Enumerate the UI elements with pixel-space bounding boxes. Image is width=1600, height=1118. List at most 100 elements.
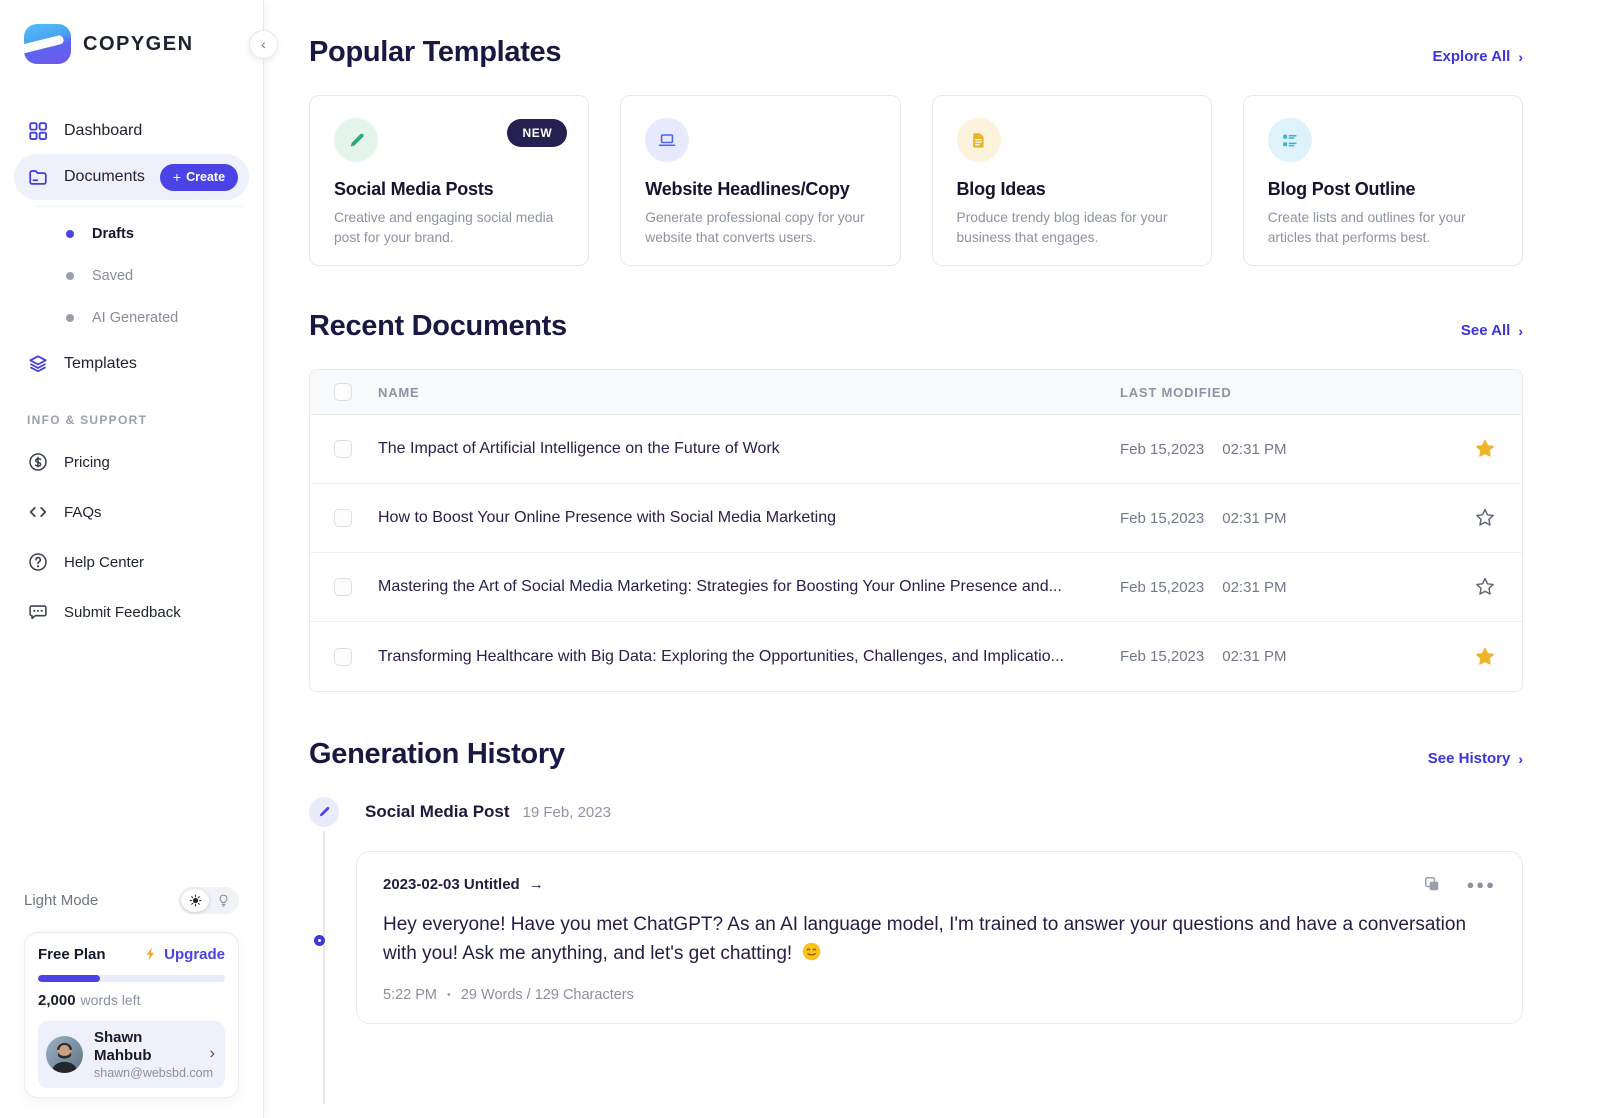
template-card-blog-post-outline[interactable]: Blog Post Outline Create lists and outli…: [1243, 95, 1523, 266]
table-row[interactable]: Transforming Healthcare with Big Data: E…: [310, 622, 1522, 691]
template-card-blog-ideas[interactable]: Blog Ideas Produce trendy blog ideas for…: [932, 95, 1212, 266]
words-left-row: 2,000words left: [38, 992, 225, 1009]
folder-icon: [27, 166, 49, 188]
row-checkbox[interactable]: [334, 440, 352, 458]
document-name: The Impact of Artificial Intelligence on…: [378, 440, 1120, 458]
generation-meta: 5:22 PM • 29 Words / 129 Characters: [383, 987, 1496, 1003]
template-card-social-media-posts[interactable]: NEW Social Media Posts Creative and enga…: [309, 95, 589, 266]
row-checkbox[interactable]: [334, 648, 352, 666]
create-document-button[interactable]: + Create: [160, 164, 238, 191]
table-row[interactable]: Mastering the Art of Social Media Market…: [310, 553, 1522, 622]
star-icon[interactable]: [1474, 576, 1496, 598]
theme-row: Light Mode: [24, 887, 239, 914]
grid-icon: [27, 120, 49, 142]
pen-icon: [334, 118, 378, 162]
star-icon[interactable]: [1474, 438, 1496, 460]
create-button-label: Create: [186, 170, 225, 184]
see-history-label: See History: [1428, 750, 1511, 767]
generation-history-title: Generation History: [309, 738, 565, 771]
upgrade-label: Upgrade: [164, 946, 225, 963]
upgrade-button[interactable]: Upgrade: [143, 946, 225, 963]
timeline: 2023-02-03 Untitled → ●●: [309, 851, 1523, 1024]
table-row[interactable]: How to Boost Your Online Presence with S…: [310, 484, 1522, 553]
main-content: Popular Templates Explore All › NEW Soci…: [264, 0, 1600, 1118]
template-card-title: Website Headlines/Copy: [645, 179, 875, 200]
sidebar-item-help-center[interactable]: Help Center: [14, 537, 249, 587]
generation-card: 2023-02-03 Untitled → ●●: [356, 851, 1523, 1024]
template-card-website-headlines[interactable]: Website Headlines/Copy Generate professi…: [620, 95, 900, 266]
theme-toggle[interactable]: [179, 887, 239, 914]
user-profile-row[interactable]: Shawn Mahbub shawn@websbd.com ›: [38, 1021, 225, 1089]
template-card-description: Generate professional copy for your webs…: [645, 208, 875, 249]
column-header-last-modified: LAST MODIFIED: [1120, 385, 1450, 400]
sidebar-item-faqs[interactable]: FAQs: [14, 487, 249, 537]
light-mode-button[interactable]: [181, 889, 209, 912]
popular-templates-section: Popular Templates Explore All › NEW Soci…: [309, 36, 1523, 266]
chevron-right-icon: ›: [1518, 49, 1523, 65]
row-checkbox[interactable]: [334, 578, 352, 596]
sidebar-bottom: Light Mode: [0, 887, 263, 1099]
code-icon: [27, 501, 49, 523]
support-item-label: Submit Feedback: [64, 604, 181, 621]
explore-all-label: Explore All: [1433, 48, 1511, 65]
sidebar-item-pricing[interactable]: Pricing: [14, 437, 249, 487]
sidebar-item-documents[interactable]: Documents + Create: [14, 154, 249, 200]
recent-documents-section: Recent Documents See All › NAME LAST MOD…: [309, 310, 1523, 692]
user-meta: Shawn Mahbub shawn@websbd.com: [94, 1029, 199, 1081]
plus-icon: +: [173, 169, 181, 185]
sidebar-item-dashboard[interactable]: Dashboard: [14, 108, 249, 154]
sidebar-nav: Dashboard Documents + Create: [0, 108, 263, 387]
outline-list-icon: [1268, 118, 1312, 162]
sidebar-item-templates[interactable]: Templates: [14, 341, 249, 387]
generation-time: 5:22 PM: [383, 987, 437, 1003]
sidebar-collapse-button[interactable]: ‹: [249, 30, 278, 59]
see-all-link[interactable]: See All ›: [1461, 322, 1523, 343]
explore-all-link[interactable]: Explore All ›: [1433, 48, 1523, 69]
generation-title-link[interactable]: 2023-02-03 Untitled →: [383, 876, 544, 893]
plan-name: Free Plan: [38, 946, 106, 963]
support-item-label: Pricing: [64, 454, 110, 471]
template-card-title: Blog Post Outline: [1268, 179, 1498, 200]
row-checkbox[interactable]: [334, 509, 352, 527]
sidebar-item-label: Documents: [64, 168, 145, 186]
chat-bubble-icon: [27, 601, 49, 623]
user-name: Shawn Mahbub: [94, 1029, 199, 1067]
document-icon: [957, 118, 1001, 162]
history-entry: Social Media Post 19 Feb, 2023 2023-02-0…: [309, 797, 1523, 1024]
documents-subnav: Drafts Saved AI Generated: [34, 206, 243, 339]
document-date: Feb 15,2023: [1120, 441, 1204, 458]
more-options-icon[interactable]: ●●●: [1466, 878, 1496, 891]
sidebar-item-label: Templates: [64, 355, 236, 373]
copy-icon[interactable]: [1422, 874, 1442, 894]
avatar: [46, 1036, 83, 1073]
recent-documents-title: Recent Documents: [309, 310, 567, 343]
table-row[interactable]: The Impact of Artificial Intelligence on…: [310, 415, 1522, 484]
subnav-item-label: Drafts: [92, 226, 134, 242]
question-circle-icon: [27, 551, 49, 573]
bullet-dot-icon: [66, 230, 74, 238]
app-root: COPYGEN Dashboard D: [0, 0, 1600, 1118]
history-entry-type: Social Media Post: [365, 802, 510, 822]
generation-word-count: 29 Words / 129 Characters: [461, 987, 634, 1003]
subnav-item-saved[interactable]: Saved: [34, 255, 243, 297]
subnav-item-drafts[interactable]: Drafts: [34, 213, 243, 255]
document-time: 02:31 PM: [1222, 510, 1286, 527]
template-card-description: Creative and engaging social media post …: [334, 208, 564, 249]
document-name: Transforming Healthcare with Big Data: E…: [378, 648, 1120, 666]
template-card-title: Blog Ideas: [957, 179, 1187, 200]
subnav-item-ai-generated[interactable]: AI Generated: [34, 297, 243, 339]
documents-table: NAME LAST MODIFIED The Impact of Artific…: [309, 369, 1523, 692]
laptop-icon: [645, 118, 689, 162]
see-all-label: See All: [1461, 322, 1510, 339]
select-all-checkbox[interactable]: [334, 383, 352, 401]
sidebar-item-submit-feedback[interactable]: Submit Feedback: [14, 587, 249, 637]
star-icon[interactable]: [1474, 507, 1496, 529]
template-card-description: Create lists and outlines for your artic…: [1268, 208, 1498, 249]
generation-history-section: Generation History See History › Social …: [309, 738, 1523, 1024]
column-header-name: NAME: [378, 385, 1120, 400]
plan-card: Free Plan Upgrade 2,000words left: [24, 932, 239, 1099]
dark-mode-button[interactable]: [209, 889, 237, 912]
support-item-label: FAQs: [64, 504, 102, 521]
see-history-link[interactable]: See History ›: [1428, 750, 1523, 771]
star-icon[interactable]: [1474, 646, 1496, 668]
